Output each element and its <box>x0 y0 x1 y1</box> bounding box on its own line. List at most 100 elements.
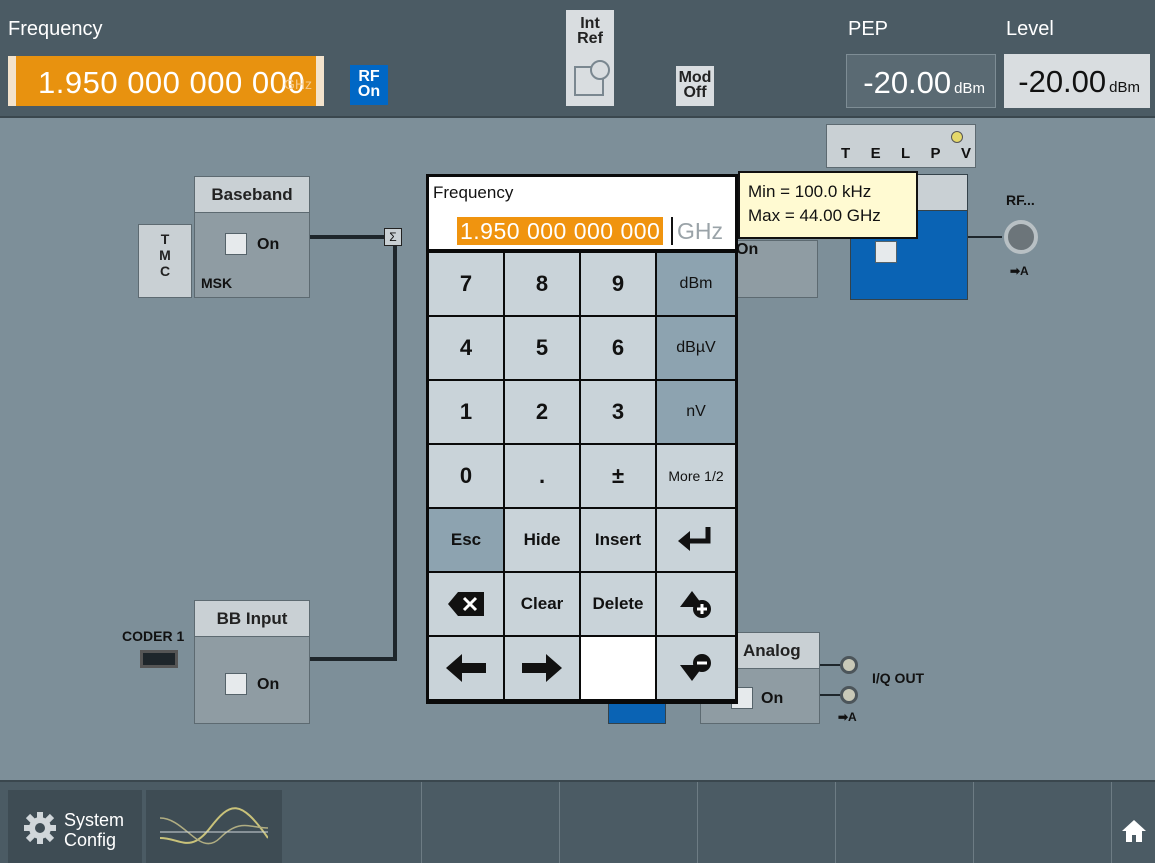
key-esc[interactable]: Esc <box>429 509 503 571</box>
key-8[interactable]: 8 <box>505 253 579 315</box>
system-config-button[interactable]: System Config <box>8 790 142 863</box>
key-cursor-right[interactable] <box>505 637 579 699</box>
rf-connector-icon[interactable] <box>1004 220 1038 254</box>
arrow-right-icon <box>522 654 562 682</box>
key-increment[interactable] <box>657 573 735 635</box>
rf-on-button[interactable]: RF On <box>350 65 388 105</box>
status-led-icon <box>951 131 963 143</box>
key-0[interactable]: 0 <box>429 445 503 507</box>
key-delete[interactable]: Delete <box>581 573 655 635</box>
keypad-header: Frequency 1.950 000 000 000 GHz <box>429 177 735 249</box>
sum-node: Σ <box>384 228 402 246</box>
waveform-button[interactable] <box>146 790 282 863</box>
key-2[interactable]: 2 <box>505 381 579 443</box>
gear-icon <box>24 812 56 844</box>
baseband-title: Baseband <box>195 177 309 213</box>
pep-display: -20.00 dBm <box>846 54 996 108</box>
home-button[interactable] <box>1114 790 1155 863</box>
waveform-icon <box>160 807 268 845</box>
frequency-unit: GHz <box>284 76 312 92</box>
taskbar-slot-4[interactable] <box>698 782 836 863</box>
pep-label: PEP <box>848 18 889 40</box>
keypad-entry-value[interactable]: 1.950 000 000 000 <box>457 217 664 245</box>
key-cursor-left[interactable] <box>429 637 503 699</box>
status-bar: Frequency 1.950 000 000 000 GHz RF On In… <box>0 0 1155 118</box>
telpv-e: E <box>870 145 881 162</box>
key-dbuv[interactable]: dBµV <box>657 317 735 379</box>
bb-input-title: BB Input <box>195 601 309 637</box>
system-label: System <box>64 810 125 830</box>
key-decimal[interactable]: . <box>505 445 579 507</box>
key-1[interactable]: 1 <box>429 381 503 443</box>
frequency-value: 1.950 000 000 000 <box>38 65 306 100</box>
key-plus-minus[interactable]: ± <box>581 445 655 507</box>
system-config-label: System Config <box>64 810 124 850</box>
wire-vertical <box>393 245 397 661</box>
level-field[interactable]: -20.00 dBm <box>1004 54 1150 108</box>
taskbar-slot-5[interactable] <box>836 782 974 863</box>
wire-baseband-sum <box>310 235 386 239</box>
iq-out-label: I/Q OUT <box>872 670 925 686</box>
key-dbm[interactable]: dBm <box>657 253 735 315</box>
key-3[interactable]: 3 <box>581 381 655 443</box>
config-label: Config <box>64 830 117 850</box>
mod-off-button[interactable]: Mod Off <box>676 66 714 106</box>
int-ref-button[interactable]: Int Ref <box>566 10 614 106</box>
telpv-l: L <box>900 145 911 162</box>
rf-chip-line1: RF <box>358 68 380 85</box>
baseband-on-label: On <box>257 236 280 253</box>
key-4[interactable]: 4 <box>429 317 503 379</box>
key-9[interactable]: 9 <box>581 253 655 315</box>
key-insert[interactable]: Insert <box>581 509 655 571</box>
baseband-block[interactable]: Baseband On MSK <box>194 176 310 298</box>
frequency-field[interactable]: 1.950 000 000 000 GHz <box>8 56 324 106</box>
reference-icon <box>574 60 610 96</box>
iq-a-label: ➡A <box>838 710 857 724</box>
taskbar-slot-3[interactable] <box>560 782 698 863</box>
fading-block-partial[interactable]: On <box>736 240 818 298</box>
tmc-m: M <box>159 247 171 263</box>
key-nv[interactable]: nV <box>657 381 735 443</box>
wire-iq-2 <box>820 694 842 696</box>
telpv-indicator: T E L P V <box>826 124 976 168</box>
key-more[interactable]: More 1/2 <box>657 445 735 507</box>
baseband-on-checkbox[interactable] <box>225 233 247 255</box>
key-hide[interactable]: Hide <box>505 509 579 571</box>
taskbar-slot-2[interactable] <box>422 782 560 863</box>
iq-connector-i-icon[interactable] <box>840 656 858 674</box>
iq-analog-on-label: On <box>761 690 784 707</box>
intref-line1: Int <box>580 15 600 32</box>
bb-input-on-checkbox[interactable] <box>225 673 247 695</box>
text-cursor <box>671 217 673 245</box>
tooltip-max: Max = 44.00 GHz <box>748 206 881 225</box>
key-decrement[interactable] <box>657 637 735 699</box>
iq-connector-q-icon[interactable] <box>840 686 858 704</box>
key-7[interactable]: 7 <box>429 253 503 315</box>
decrement-icon <box>680 654 711 681</box>
rf-output-label: RF... <box>1006 192 1035 208</box>
key-5[interactable]: 5 <box>505 317 579 379</box>
key-backspace[interactable] <box>429 573 503 635</box>
bb-input-block[interactable]: BB Input On <box>194 600 310 724</box>
keypad-entry-unit: GHz <box>677 218 723 244</box>
key-6[interactable]: 6 <box>581 317 655 379</box>
key-clear[interactable]: Clear <box>505 573 579 635</box>
tmc-c: C <box>159 263 171 279</box>
taskbar-slot-1[interactable] <box>284 782 422 863</box>
level-unit: dBm <box>1109 79 1140 96</box>
frequency-label: Frequency <box>8 18 103 40</box>
pep-value: -20.00 <box>863 65 952 100</box>
taskbar-slot-6[interactable] <box>974 782 1112 863</box>
numeric-keypad-dialog: Frequency 1.950 000 000 000 GHz 7 8 9 dB… <box>426 174 738 704</box>
baseband-mode: MSK <box>201 275 233 291</box>
coder-connector-icon[interactable] <box>140 650 178 668</box>
backspace-icon <box>448 592 484 616</box>
key-enter[interactable] <box>657 509 735 571</box>
arrow-left-icon <box>446 654 486 682</box>
tmc-tab[interactable]: T M C <box>138 224 192 298</box>
coder-label: CODER 1 <box>122 628 185 644</box>
rf-on-checkbox[interactable] <box>875 241 897 263</box>
key-blank[interactable] <box>581 637 655 699</box>
taskbar: System Config <box>0 780 1155 863</box>
telpv-p: P <box>930 145 941 162</box>
